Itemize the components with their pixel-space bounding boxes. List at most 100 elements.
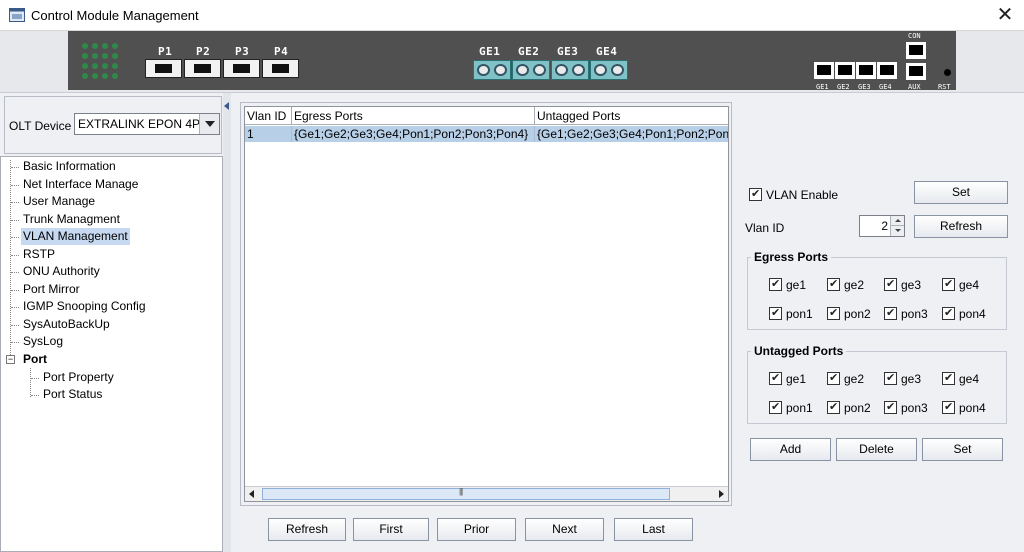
untagged-pon1-checkbox[interactable]: [769, 400, 782, 414]
chevron-down-icon[interactable]: [199, 114, 219, 134]
egress-ge3-label: ge3: [901, 278, 922, 292]
untagged-pon4-checkbox[interactable]: [942, 400, 955, 414]
untagged-pon1-label: pon1: [786, 401, 813, 415]
column-header-egress-ports[interactable]: Egress Ports: [292, 107, 535, 125]
tree-item-port-mirror[interactable]: Port Mirror: [23, 281, 80, 298]
vlan-enable-label: VLAN Enable: [766, 188, 839, 202]
device-front-panel: P1 P2 P3 P4 GE1 GE2 GE3 GE4 GE1 GE2 GE3 …: [68, 31, 956, 91]
untagged-ports-title: Untagged Ports: [751, 344, 847, 358]
egress-ports-title: Egress Ports: [751, 250, 832, 264]
vlan-enable-checkbox[interactable]: [749, 187, 762, 201]
horizontal-scrollbar[interactable]: [245, 486, 728, 501]
pane-splitter[interactable]: [223, 93, 231, 552]
rst-label: RST: [938, 83, 951, 91]
ge-port-1[interactable]: [473, 60, 511, 80]
aux-label: AUX: [908, 83, 921, 91]
sfp-label-p4: P4: [274, 45, 289, 58]
untagged-pon2-label: pon2: [844, 401, 871, 415]
prior-page-button[interactable]: Prior: [437, 518, 516, 541]
reset-button-icon[interactable]: [944, 69, 951, 76]
egress-pon3-label: pon3: [901, 307, 928, 321]
tree-item-port[interactable]: Port: [23, 351, 47, 368]
tree-item-syslog[interactable]: SysLog: [23, 333, 63, 350]
vlan-id-spinner[interactable]: 2: [859, 215, 905, 237]
olt-device-value: EXTRALINK EPON 4P: [78, 117, 201, 131]
egress-pon2-checkbox[interactable]: [827, 306, 840, 320]
delete-vlan-button[interactable]: Delete: [836, 438, 917, 461]
untagged-ge3-checkbox[interactable]: [884, 371, 897, 385]
untagged-ge4-checkbox[interactable]: [942, 371, 955, 385]
tree-item-sysautobackup[interactable]: SysAutoBackUp: [23, 316, 110, 333]
egress-pon4-checkbox[interactable]: [942, 306, 955, 320]
sfp-label-p1: P1: [158, 45, 173, 58]
rj45-port-ge1[interactable]: [814, 62, 834, 79]
vlan-id-refresh-button[interactable]: Refresh: [914, 215, 1008, 238]
aux-port[interactable]: [906, 63, 926, 80]
add-vlan-button[interactable]: Add: [750, 438, 831, 461]
egress-ge3-checkbox[interactable]: [884, 277, 897, 291]
set-vlan-button[interactable]: Set: [922, 438, 1003, 461]
olt-device-select[interactable]: EXTRALINK EPON 4P: [74, 113, 220, 135]
table-cell-untagged-ports[interactable]: {Ge1;Ge2;Ge3;Ge4;Pon1;Pon2;Pon3;Pon4}: [535, 126, 728, 142]
tree-item-port-status[interactable]: Port Status: [43, 386, 102, 403]
rj45-port-ge2[interactable]: [835, 62, 855, 79]
collapse-left-icon[interactable]: [224, 102, 229, 110]
collapse-icon[interactable]: −: [6, 355, 15, 364]
tree-item-igmp-snooping-config[interactable]: IGMP Snooping Config: [23, 298, 146, 315]
ge-port-3[interactable]: [551, 60, 589, 80]
rj45-label-ge3: GE3: [858, 83, 871, 91]
spinner-up-icon[interactable]: [890, 216, 904, 226]
tree-item-trunk-managment[interactable]: Trunk Managment: [23, 211, 120, 228]
table-cell-egress-ports[interactable]: {Ge1;Ge2;Ge3;Ge4;Pon1;Pon2;Pon3;Pon4}: [292, 126, 535, 142]
ge-label-3: GE3: [557, 45, 579, 58]
column-header-vlan-id[interactable]: Vlan ID: [245, 107, 292, 125]
tree-item-net-interface-manage[interactable]: Net Interface Manage: [23, 176, 138, 193]
sfp-label-p3: P3: [235, 45, 250, 58]
ge-port-2[interactable]: [512, 60, 550, 80]
egress-ge2-checkbox[interactable]: [827, 277, 840, 291]
scroll-right-icon[interactable]: [713, 487, 728, 501]
vlan-enable-set-button[interactable]: Set: [914, 181, 1008, 204]
sfp-port-p4[interactable]: [262, 59, 299, 78]
tree-item-basic-information[interactable]: Basic Information: [23, 158, 116, 175]
vlan-table-frame: Vlan ID Egress Ports Untagged Ports 1 {G…: [240, 102, 732, 506]
untagged-pon2-checkbox[interactable]: [827, 400, 840, 414]
rj45-port-ge3[interactable]: [856, 62, 876, 79]
egress-pon1-checkbox[interactable]: [769, 306, 782, 320]
egress-ge1-checkbox[interactable]: [769, 277, 782, 291]
table-cell-vlan-id[interactable]: 1: [245, 126, 292, 142]
egress-pon4-label: pon4: [959, 307, 986, 321]
tree-item-port-property[interactable]: Port Property: [43, 369, 114, 386]
untagged-pon3-checkbox[interactable]: [884, 400, 897, 414]
rj45-port-ge4[interactable]: [877, 62, 897, 79]
sfp-port-p1[interactable]: [145, 59, 182, 78]
tree-item-onu-authority[interactable]: ONU Authority: [23, 263, 100, 280]
egress-pon3-checkbox[interactable]: [884, 306, 897, 320]
next-page-button[interactable]: Next: [525, 518, 604, 541]
scroll-left-icon[interactable]: [245, 487, 260, 501]
status-led-grid: [82, 43, 120, 81]
untagged-ports-group: Untagged Ports ge1 ge2 ge3 ge4 pon1 pon2…: [747, 344, 1007, 424]
untagged-ge1-checkbox[interactable]: [769, 371, 782, 385]
last-page-button[interactable]: Last: [614, 518, 693, 541]
rj45-label-ge1: GE1: [816, 83, 829, 91]
untagged-ge2-checkbox[interactable]: [827, 371, 840, 385]
untagged-pon3-label: pon3: [901, 401, 928, 415]
first-page-button[interactable]: First: [353, 518, 429, 541]
vlan-id-label: Vlan ID: [745, 221, 785, 235]
spinner-down-icon[interactable]: [890, 226, 904, 236]
tree-item-vlan-management[interactable]: VLAN Management: [21, 228, 130, 245]
egress-ge4-checkbox[interactable]: [942, 277, 955, 291]
scrollbar-thumb[interactable]: [262, 487, 670, 500]
ge-label-4: GE4: [596, 45, 618, 58]
sfp-port-p3[interactable]: [223, 59, 260, 78]
column-header-untagged-ports[interactable]: Untagged Ports: [535, 107, 728, 125]
sfp-port-p2[interactable]: [184, 59, 221, 78]
tree-item-rstp[interactable]: RSTP: [23, 246, 55, 263]
tree-item-user-manage[interactable]: User Manage: [23, 193, 95, 210]
untagged-ge4-label: ge4: [959, 372, 980, 386]
table-refresh-button[interactable]: Refresh: [268, 518, 346, 541]
close-icon[interactable]: ✕: [992, 3, 1018, 27]
con-port[interactable]: [906, 42, 926, 59]
ge-port-4[interactable]: [590, 60, 628, 80]
